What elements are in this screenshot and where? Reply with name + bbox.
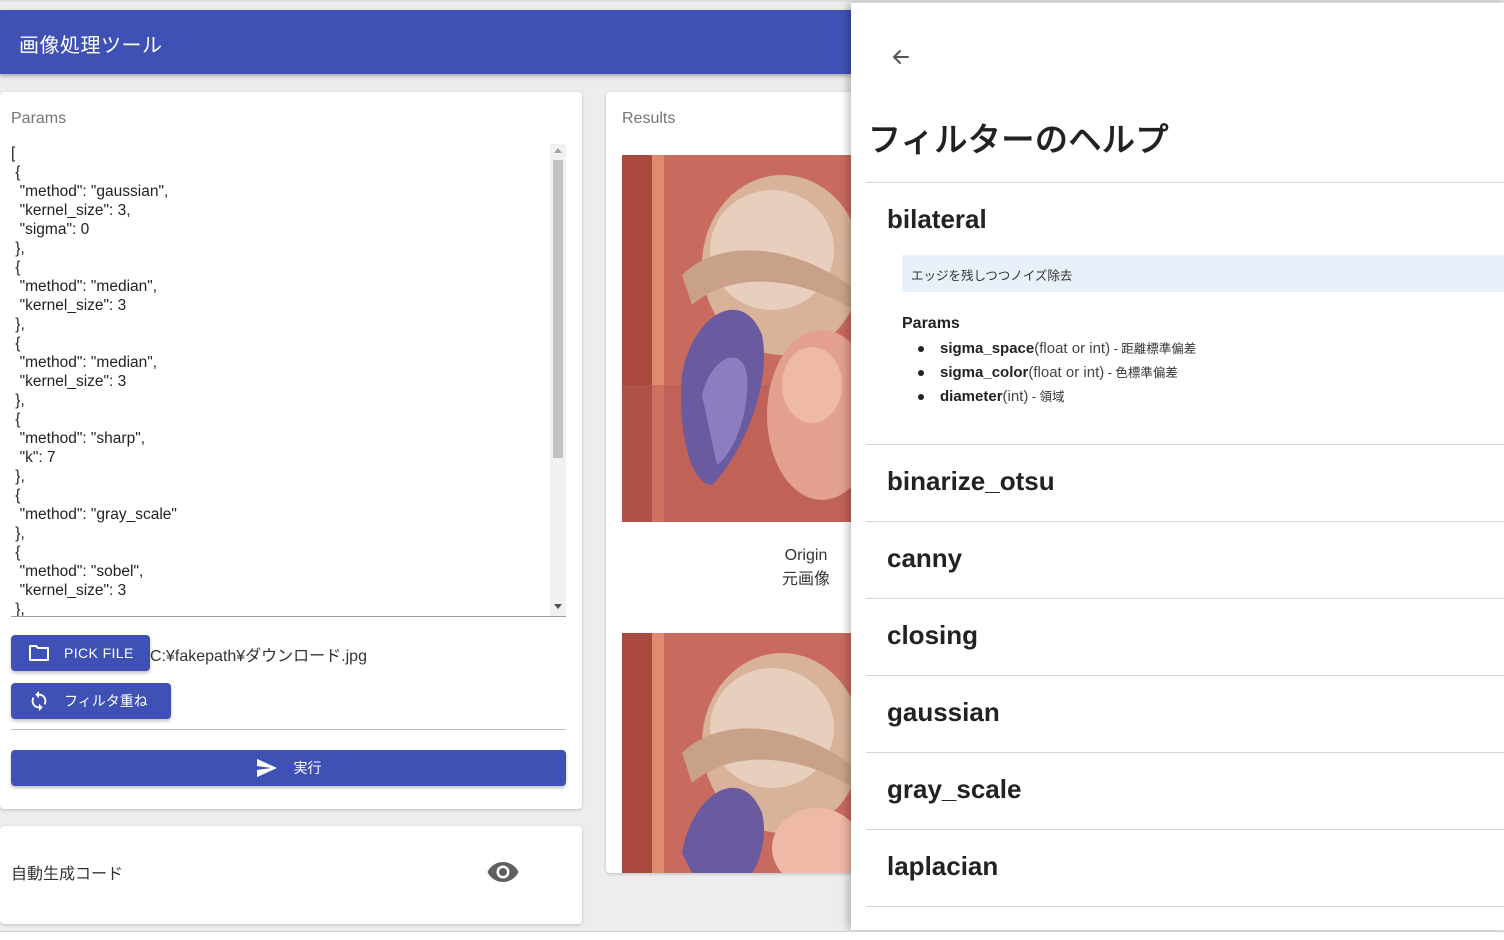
filter-item-closing[interactable]: closing <box>887 620 978 651</box>
list-item: sigma_space(float or int) - 距離標準偏差 <box>902 337 1196 361</box>
window-bottom-border <box>0 931 1504 940</box>
scrollbar-thumb[interactable] <box>553 160 563 458</box>
filter-item-gray-scale[interactable]: gray_scale <box>887 774 1021 805</box>
folder-icon <box>29 645 49 661</box>
pick-file-label: PICK FILE <box>64 645 134 661</box>
help-divider <box>866 752 1504 753</box>
arrow-left-icon[interactable] <box>891 47 911 67</box>
params-json-editor[interactable]: [ { "method": "gaussian", "kernel_size":… <box>11 144 566 617</box>
pick-file-button[interactable]: PICK FILE <box>11 635 150 671</box>
run-button[interactable]: 実行 <box>11 750 566 786</box>
help-divider <box>866 182 1504 183</box>
help-title: フィルターのヘルプ <box>868 121 1169 158</box>
help-divider <box>866 598 1504 599</box>
send-icon <box>256 758 277 778</box>
results-card: Results Origin 元画像 <box>606 92 866 873</box>
original-caption: Origin 元画像 <box>782 544 830 592</box>
filter-params-title: Params <box>902 315 960 332</box>
filter-help-drawer: フィルターのヘルプ bilateral エッジを残しつつノイズ除去 Params… <box>851 3 1504 930</box>
filter-params-list: sigma_space(float or int) - 距離標準偏差 sigma… <box>902 337 1196 409</box>
auto-code-card: 自動生成コード <box>0 826 582 924</box>
result-image <box>622 633 866 873</box>
help-divider <box>866 444 1504 445</box>
filter-description: エッジを残しつつノイズ除去 <box>902 255 1504 292</box>
filter-item-bilateral[interactable]: bilateral <box>887 204 987 235</box>
run-label: 実行 <box>293 760 322 776</box>
filter-item-laplacian[interactable]: laplacian <box>887 851 998 882</box>
auto-code-label: 自動生成コード <box>11 866 124 883</box>
filter-item-gaussian[interactable]: gaussian <box>887 697 1000 728</box>
scroll-up-arrow-icon[interactable] <box>554 148 562 153</box>
original-image <box>622 155 866 522</box>
filter-item-canny[interactable]: canny <box>887 543 962 574</box>
params-divider <box>11 729 566 730</box>
caption-en: Origin <box>784 547 828 564</box>
filter-item-binarize-otsu[interactable]: binarize_otsu <box>887 466 1055 497</box>
selected-file-path: C:¥fakepath¥ダウンロード.jpg <box>150 648 367 665</box>
help-divider <box>866 906 1504 907</box>
list-item: sigma_color(float or int) - 色標準偏差 <box>902 361 1196 385</box>
params-label: Params <box>11 110 67 127</box>
results-label: Results <box>622 110 676 127</box>
app-title: 画像処理ツール <box>19 35 163 57</box>
params-card: Params [ { "method": "gaussian", "kernel… <box>0 92 582 809</box>
filter-stack-label: フィルタ重ね <box>64 693 148 709</box>
filter-stack-button[interactable]: フィルタ重ね <box>11 683 171 719</box>
scroll-down-arrow-icon[interactable] <box>554 604 562 609</box>
help-divider <box>866 521 1504 522</box>
help-divider <box>866 829 1504 830</box>
editor-scrollbar[interactable] <box>550 144 566 616</box>
params-json-text[interactable]: [ { "method": "gaussian", "kernel_size":… <box>11 144 566 616</box>
help-divider <box>866 675 1504 676</box>
caption-ja: 元画像 <box>782 571 831 588</box>
app-bar: 画像処理ツール <box>0 10 851 74</box>
eye-icon[interactable] <box>486 860 520 884</box>
sync-icon <box>31 690 47 712</box>
window-top-border <box>0 0 1504 2</box>
list-item: diameter(int) - 領域 <box>902 385 1196 409</box>
